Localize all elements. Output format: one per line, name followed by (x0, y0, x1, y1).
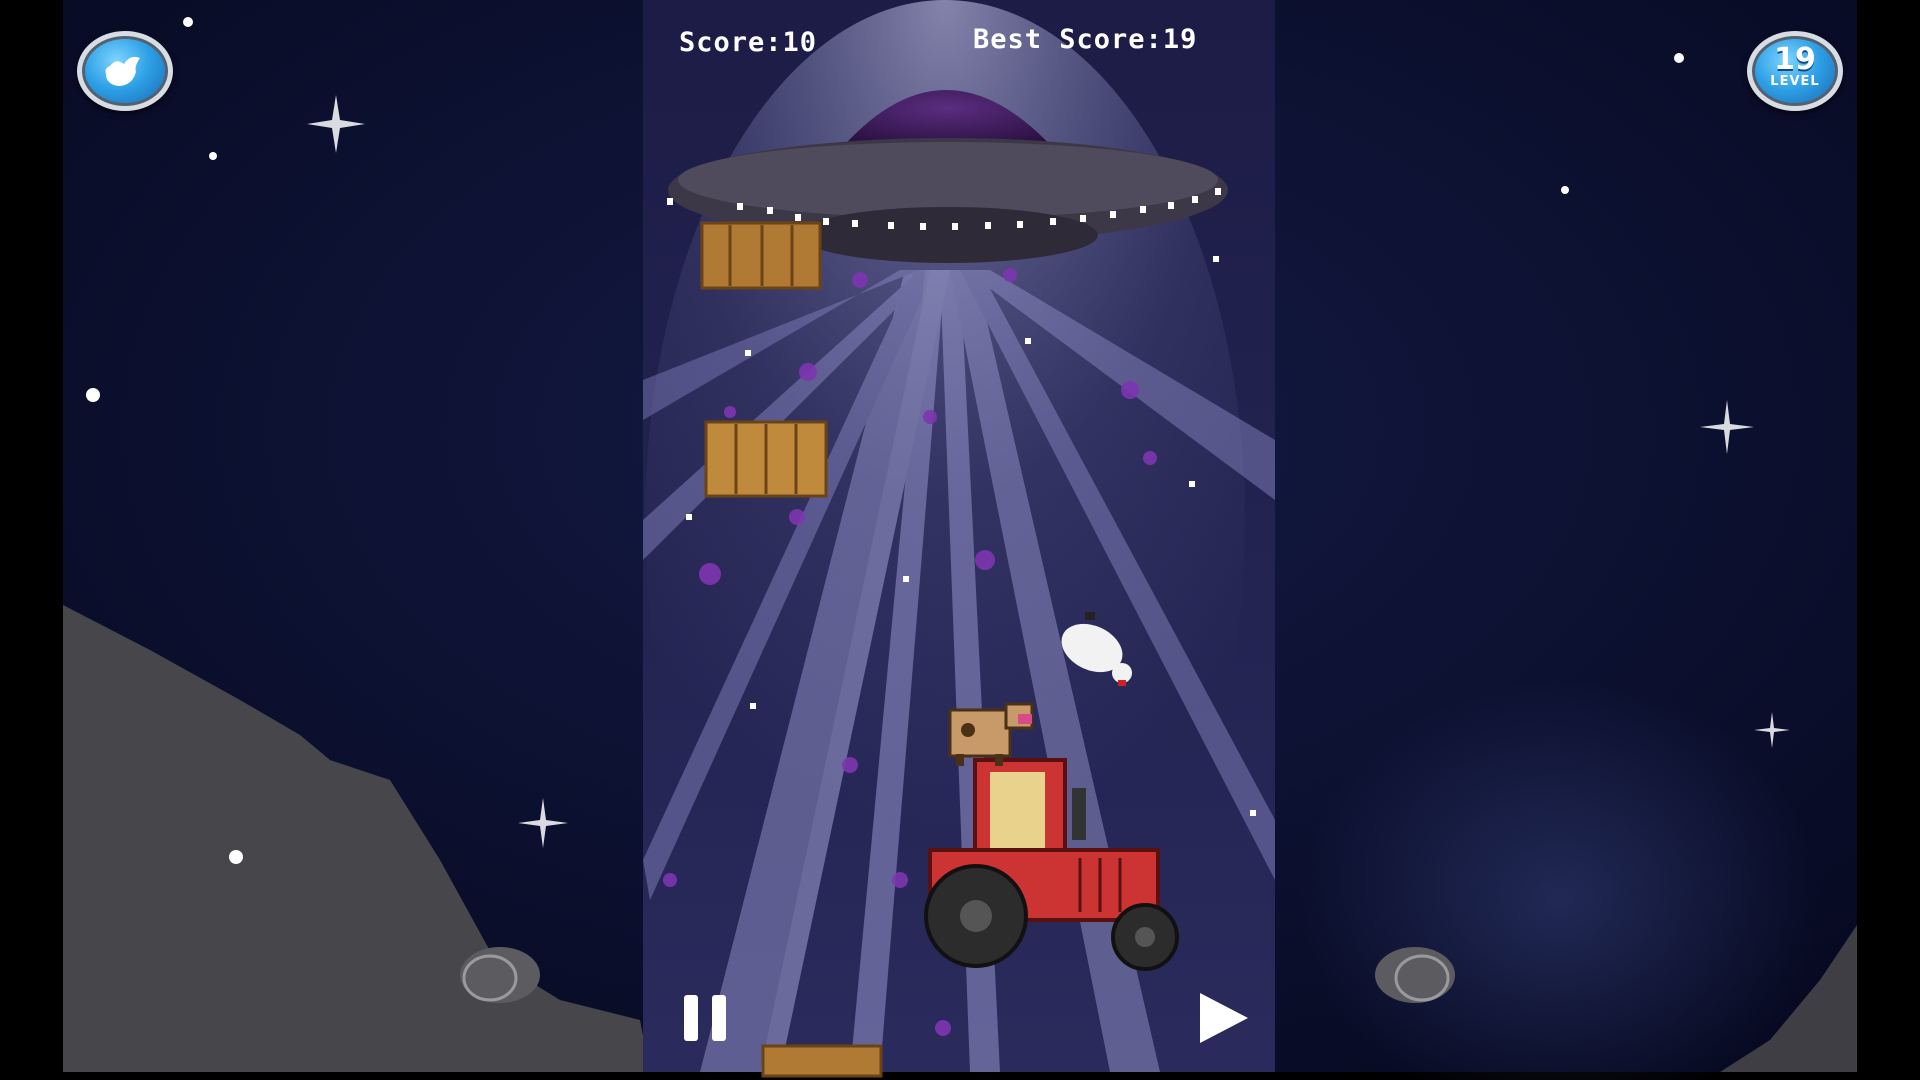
score-display: Score:10 (679, 27, 817, 58)
game-scene (0, 0, 1920, 1080)
best-score-display: Best Score:19 (973, 24, 1197, 55)
level-number: 19 (1774, 42, 1816, 77)
rock-left (460, 947, 540, 1003)
score-label: Score: (679, 27, 783, 58)
pause-button[interactable] (682, 993, 730, 1043)
play-button[interactable] (1198, 991, 1250, 1045)
best-score-value: 19 (1162, 24, 1198, 55)
hay-bale (704, 420, 828, 498)
share-button[interactable] (77, 31, 173, 111)
hay-bale (700, 221, 822, 290)
rock-right (1375, 947, 1455, 1003)
pause-icon (684, 995, 726, 1041)
level-caption: LEVEL (1770, 74, 1820, 89)
score-value: 10 (782, 27, 818, 58)
play-icon (1200, 993, 1248, 1043)
best-score-label: Best Score: (973, 24, 1163, 55)
hay-bale (761, 1044, 883, 1078)
game-stage[interactable]: Score:10 Best Score:19 19 LEVEL (0, 0, 1920, 1080)
level-badge[interactable]: 19 LEVEL (1747, 31, 1843, 111)
bird-icon (105, 56, 140, 86)
